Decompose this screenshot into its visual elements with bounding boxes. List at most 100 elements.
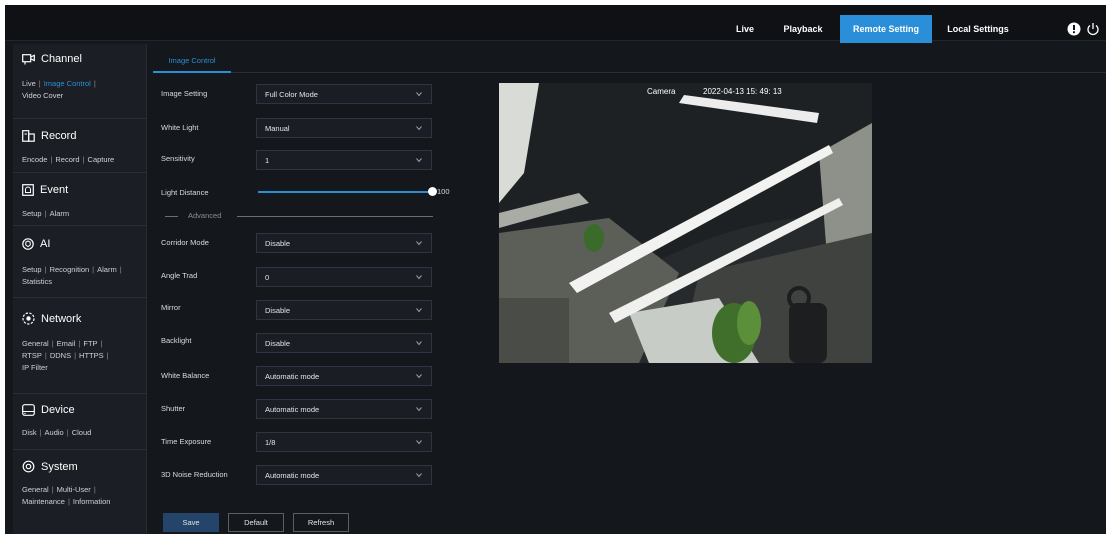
white-light-label: White Light [161, 123, 199, 132]
sensitivity-select[interactable]: 1 [256, 150, 432, 170]
sidebar-link-ai-setup[interactable]: Setup [22, 265, 42, 274]
advanced-divider-left [165, 216, 178, 217]
image-setting-select[interactable]: Full Color Mode [256, 84, 432, 104]
chevron-down-icon [416, 275, 422, 280]
chevron-down-icon [416, 374, 422, 379]
sidebar-link-recognition[interactable]: Recognition [50, 265, 90, 274]
corridor-mode-select[interactable]: Disable [256, 233, 432, 253]
sidebar-links-channel: Live | Image Control | Video Cover [22, 79, 96, 100]
nav-playback[interactable]: Playback [771, 15, 835, 43]
sidebar-link-audio[interactable]: Audio [45, 428, 64, 437]
sidebar-link-maintenance[interactable]: Maintenance [22, 497, 65, 506]
sensitivity-value: 1 [265, 155, 270, 165]
white-balance-value: Automatic mode [265, 371, 320, 381]
shutter-value: Automatic mode [265, 404, 320, 414]
power-icon[interactable] [1086, 22, 1100, 36]
nav-local-settings[interactable]: Local Settings [936, 15, 1020, 43]
camera-preview[interactable] [499, 83, 872, 363]
sidebar-section-ai: AI Setup | Recognition | Alarm | Statistics [13, 226, 147, 298]
sidebar-title-ai: AI [40, 238, 51, 250]
sidebar-links-record: Encode | Record | Capture [22, 155, 115, 164]
sidebar-section-channel: Channel Live | Image Control | Video Cover [13, 44, 147, 119]
time-exposure-select[interactable]: 1/8 [256, 432, 432, 452]
sidebar-link-multi-user[interactable]: Multi-User [57, 485, 91, 494]
sidebar-links-system: General | Multi-User | Maintenance | Informat… [22, 485, 111, 506]
chevron-down-icon [416, 158, 422, 163]
noise-reduction-label: 3D Noise Reduction [161, 470, 228, 479]
sidebar-link-encode[interactable]: Encode [22, 155, 47, 164]
sidebar-heading-device[interactable]: Device [22, 404, 75, 416]
ai-icon [22, 238, 34, 250]
nav-remote-setting[interactable]: Remote Setting [840, 15, 932, 43]
light-distance-slider-handle[interactable] [428, 187, 437, 196]
top-navigation-bar: Live Playback Remote Setting Local Setti… [5, 5, 1106, 43]
corridor-mode-label: Corridor Mode [161, 238, 209, 247]
default-button[interactable]: Default [228, 513, 284, 532]
sidebar-title-system: System [41, 460, 78, 473]
sidebar-link-email[interactable]: Email [57, 339, 76, 348]
sidebar-link-capture[interactable]: Capture [88, 155, 115, 164]
gear-icon [22, 460, 35, 473]
light-distance-value: 100 [437, 187, 450, 196]
shutter-select[interactable]: Automatic mode [256, 399, 432, 419]
sidebar-section-system: System General | Multi-User | Maintenance | I… [13, 450, 147, 534]
time-exposure-value: 1/8 [265, 437, 276, 447]
sidebar-section-event: Event Setup | Alarm [13, 173, 147, 226]
sidebar-link-alarm[interactable]: Alarm [50, 209, 70, 218]
save-button[interactable]: Save [163, 513, 219, 532]
sidebar-link-image-control[interactable]: Image Control [44, 79, 91, 88]
noise-reduction-select[interactable]: Automatic mode [256, 465, 432, 485]
advanced-section-label: Advanced [188, 211, 222, 220]
sidebar-heading-system[interactable]: System [22, 460, 78, 473]
tab-bar: Image Control [153, 49, 1106, 73]
sidebar: Channel Live | Image Control | Video Cover … [13, 44, 147, 534]
sidebar-link-statistics[interactable]: Statistics [22, 277, 52, 286]
sidebar-links-event: Setup | Alarm [22, 209, 70, 218]
sidebar-link-ai-alarm[interactable]: Alarm [97, 265, 117, 274]
camera-scene-image [499, 83, 872, 363]
sidebar-heading-record[interactable]: Record [22, 130, 76, 142]
sidebar-link-video-cover[interactable]: Video Cover [22, 91, 63, 100]
noise-reduction-value: Automatic mode [265, 470, 320, 480]
tab-image-control[interactable]: Image Control [153, 49, 231, 73]
network-icon [22, 312, 35, 325]
shutter-label: Shutter [161, 404, 186, 413]
sidebar-link-system-general[interactable]: General [22, 485, 49, 494]
sidebar-heading-ai[interactable]: AI [22, 238, 50, 250]
sidebar-heading-event[interactable]: Event [22, 184, 68, 196]
sidebar-link-cloud[interactable]: Cloud [72, 428, 92, 437]
sidebar-title-device: Device [41, 404, 75, 416]
mirror-select[interactable]: Disable [256, 300, 432, 320]
sidebar-heading-channel[interactable]: Channel [22, 53, 82, 65]
sidebar-link-information[interactable]: Information [73, 497, 111, 506]
backlight-select[interactable]: Disable [256, 333, 432, 353]
chevron-down-icon [416, 241, 422, 246]
device-icon [22, 404, 35, 416]
sidebar-title-channel: Channel [41, 53, 82, 65]
sidebar-link-ftp[interactable]: FTP [83, 339, 97, 348]
sidebar-link-ip-filter[interactable]: IP Filter [22, 363, 48, 372]
nav-live[interactable]: Live [723, 15, 767, 43]
white-light-select[interactable]: Manual [256, 118, 432, 138]
sidebar-link-setup[interactable]: Setup [22, 209, 42, 218]
sidebar-heading-network[interactable]: Network [22, 312, 81, 325]
app-window: Live Playback Remote Setting Local Setti… [5, 5, 1106, 534]
white-balance-select[interactable]: Automatic mode [256, 366, 432, 386]
light-distance-label: Light Distance [161, 188, 209, 197]
mirror-label: Mirror [161, 303, 181, 312]
light-distance-slider[interactable] [258, 191, 431, 193]
sidebar-link-record[interactable]: Record [55, 155, 79, 164]
sidebar-link-live[interactable]: Live [22, 79, 36, 88]
chevron-down-icon [416, 407, 422, 412]
sidebar-link-ddns[interactable]: DDNS [50, 351, 71, 360]
backlight-value: Disable [265, 338, 291, 348]
refresh-button[interactable]: Refresh [293, 513, 349, 532]
angle-trad-select[interactable]: 0 [256, 267, 432, 287]
angle-trad-value: 0 [265, 272, 270, 282]
sidebar-link-general[interactable]: General [22, 339, 49, 348]
sidebar-link-rtsp[interactable]: RTSP [22, 351, 42, 360]
sidebar-link-disk[interactable]: Disk [22, 428, 37, 437]
chevron-down-icon [416, 126, 422, 131]
alert-icon[interactable] [1067, 22, 1081, 36]
sidebar-link-https[interactable]: HTTPS [79, 351, 104, 360]
